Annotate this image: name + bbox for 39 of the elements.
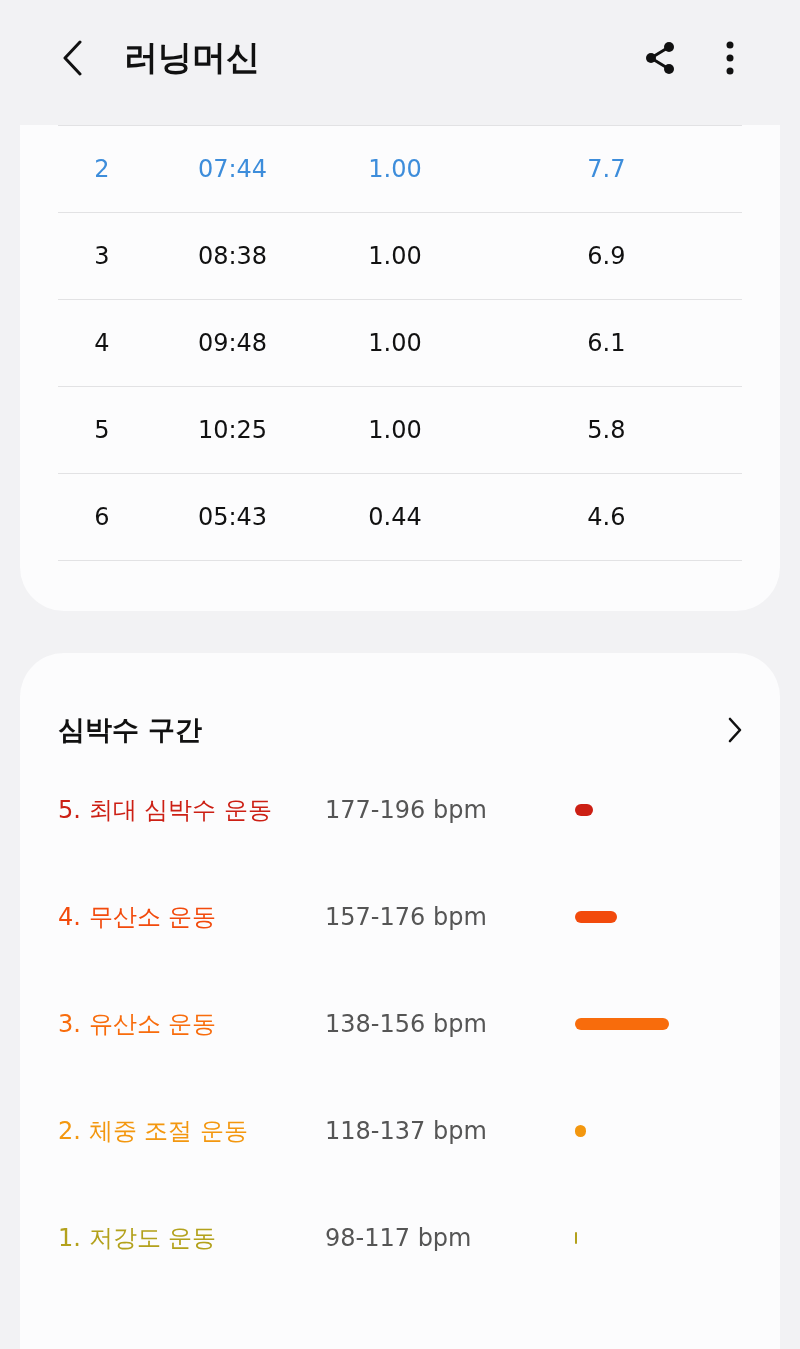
zone-range: 98-117 bpm: [325, 1223, 473, 1252]
zone-label: 2. 체중 조절 운동: [58, 1115, 249, 1147]
zone-range: 138-156 bpm: [325, 1009, 488, 1038]
table-cell-text: 4: [93, 329, 111, 357]
table-cell-text: 1.00: [367, 242, 423, 270]
section-title: 심박수 구간: [58, 713, 203, 747]
table-cell-text: 10:25: [196, 416, 269, 444]
table-cell-text: 5.8: [586, 416, 627, 444]
table-cell-text: 1.00: [367, 155, 423, 183]
table-cell-text: 2: [93, 155, 111, 183]
zone-label: 5. 최대 심박수 운동: [58, 794, 273, 826]
table-cell-text: 0.44: [367, 503, 423, 531]
zone-range: 157-176 bpm: [325, 902, 488, 931]
zone-bar: [575, 803, 593, 816]
zone-label: 1. 저강도 운동: [58, 1222, 218, 1254]
chevron-right-icon[interactable]: [728, 717, 742, 743]
zone-bar: [575, 910, 617, 923]
more-options-icon[interactable]: [726, 40, 734, 75]
table-cell-text: 3: [93, 242, 111, 270]
zone-label: 4. 무산소 운동: [58, 901, 218, 933]
table-cell-text: 7.7: [586, 155, 627, 183]
share-icon[interactable]: [644, 40, 676, 75]
table-cell-text: 05:43: [196, 503, 269, 531]
table-cell-text: 1.00: [367, 416, 423, 444]
table-cell-text: 6.1: [586, 329, 627, 357]
table-cell-text: 5: [93, 416, 111, 444]
table-cell-text: 07:44: [196, 155, 269, 183]
zone-range: 177-196 bpm: [325, 795, 488, 824]
table-cell-text: 6: [93, 503, 111, 531]
table-cell-text: 1.00: [367, 329, 423, 357]
table-cell-text: 08:38: [196, 242, 269, 270]
page-title: 러닝머신: [124, 35, 260, 79]
table-cell-text: 6.9: [586, 242, 627, 270]
zone-bar: [575, 1124, 586, 1137]
back-icon[interactable]: [62, 39, 82, 76]
zone-range: 118-137 bpm: [325, 1116, 488, 1145]
table-cell-text: 09:48: [196, 329, 269, 357]
table-cell-text: 4.6: [586, 503, 627, 531]
zone-label: 3. 유산소 운동: [58, 1008, 218, 1040]
